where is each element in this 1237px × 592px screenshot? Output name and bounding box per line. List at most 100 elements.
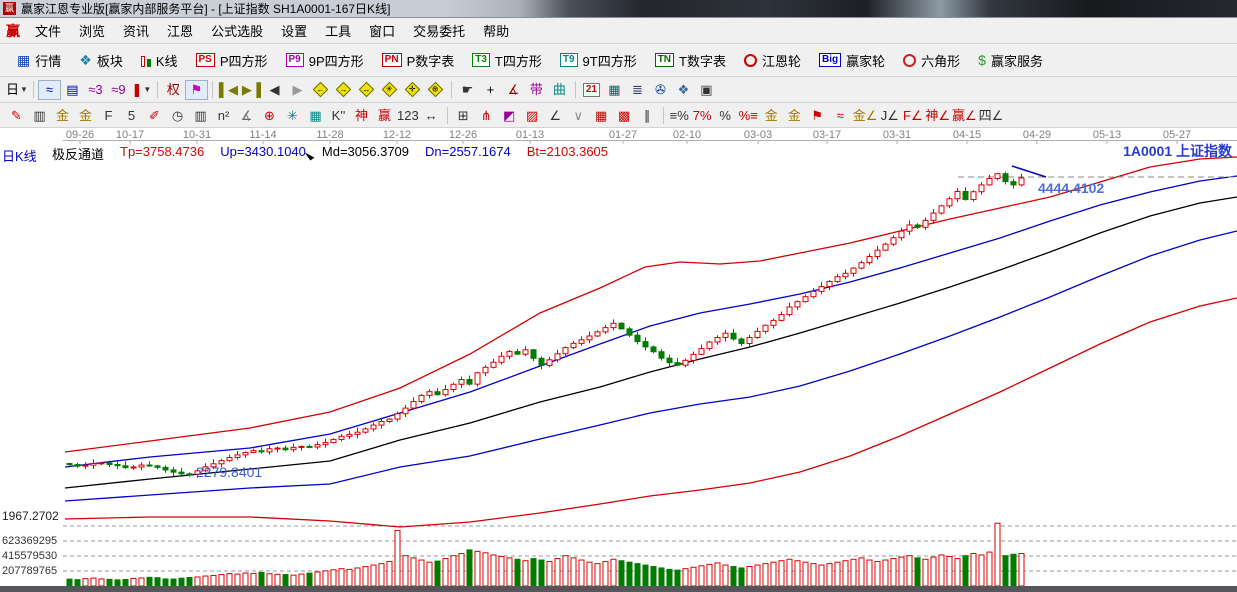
f-angle-tool[interactable]: F∠ <box>901 105 924 125</box>
menu-设置[interactable]: 设置 <box>272 21 316 40</box>
menu-交易委托[interactable]: 交易委托 <box>404 21 474 40</box>
menu-公式选股[interactable]: 公式选股 <box>202 21 272 40</box>
scribble-tool[interactable]: ≈ <box>37 79 61 100</box>
wave-9-tool[interactable]: ≈9 <box>107 80 130 100</box>
compress-diamond-button[interactable]: ✳ <box>378 80 401 100</box>
golden-ratio-tool[interactable]: 金 <box>74 105 97 125</box>
period-day-selector[interactable]: 日 ▼ <box>5 80 29 100</box>
nav-next-button[interactable]: ▶ <box>286 80 309 100</box>
cycle-tool[interactable]: 曲 <box>548 80 571 100</box>
rocket-draw-tool[interactable]: ✐ <box>143 105 166 125</box>
percent-tool[interactable]: % <box>714 105 737 125</box>
indicator-flag-tool[interactable]: ⚑ <box>184 79 208 100</box>
menu-文件[interactable]: 文件 <box>26 21 70 40</box>
angle-measure-tool[interactable]: ∡ <box>502 80 525 100</box>
shift-left-diamond-button[interactable]: ← <box>309 80 332 100</box>
angle-tool[interactable]: ∡ <box>235 105 258 125</box>
save-tool[interactable]: ✇ <box>649 80 672 100</box>
star-cycle-tool[interactable]: ✳ <box>281 105 304 125</box>
candle-style-selector[interactable]: ❚ ▼ <box>130 80 153 100</box>
expand-diamond-button[interactable]: ↔ <box>355 80 378 100</box>
t-table-button[interactable]: TN T数字表 <box>646 51 735 70</box>
five-lines-tool[interactable]: 5 <box>120 105 143 125</box>
pen-draw-tool[interactable]: ✎ <box>5 105 28 125</box>
nav-first-button[interactable]: ▌◀ <box>217 80 240 100</box>
f-lines-tool[interactable]: F <box>97 105 120 125</box>
shen-angle-tool[interactable]: 神∠ <box>924 105 951 125</box>
dense-lines-tool[interactable]: ▥ <box>189 105 212 125</box>
fan-lines-tool[interactable]: ⋔ <box>475 105 498 125</box>
reset-diamond-button[interactable]: ⊕ <box>424 80 447 100</box>
window-titlebar[interactable]: 赢 赢家江恩专业版[赢家内部服务平台] - [上证指数 SH1A0001-167… <box>0 0 1237 18</box>
calendar-tool[interactable]: 21 <box>580 80 603 100</box>
wave-line-tool[interactable]: ≈ <box>829 105 852 125</box>
p-square-button[interactable]: PS P四方形 <box>187 51 277 70</box>
menu-浏览[interactable]: 浏览 <box>70 21 114 40</box>
shen-tool[interactable]: 神 <box>350 105 373 125</box>
k-marks-tool[interactable]: K'' <box>327 105 350 125</box>
f-angle-tool-icon: F∠ <box>903 107 923 123</box>
crosshair-tool[interactable]: + <box>479 80 502 100</box>
network-tool[interactable]: ❖ <box>672 80 695 100</box>
chart-area[interactable]: 09-26 10-17 10-31 11-14 11-28 12-12 12-26 01-13… <box>0 128 1237 586</box>
info-panel-tool[interactable]: ▤ <box>61 80 84 100</box>
nav-last-button[interactable]: ▶▐ <box>240 80 263 100</box>
fuquan-tool[interactable]: 权 <box>162 80 185 100</box>
gold-angle-tool[interactable]: 金∠ <box>852 105 879 125</box>
angle-lines-tool[interactable]: ∠ <box>544 105 567 125</box>
menu-帮助[interactable]: 帮助 <box>474 21 518 40</box>
menu-资讯[interactable]: 资讯 <box>114 21 158 40</box>
gold-line-tool[interactable]: 金 <box>783 105 806 125</box>
calculator-tool[interactable]: ▦ <box>603 80 626 100</box>
wave-3-tool[interactable]: ≈3 <box>84 80 107 100</box>
kline-chart-canvas[interactable]: 09-26 10-17 10-31 11-14 11-28 12-12 12-26 01-13… <box>0 128 1237 586</box>
ying-tool[interactable]: 赢 <box>373 105 396 125</box>
shift-right-diamond-button[interactable]: → <box>332 80 355 100</box>
9p-square-button[interactable]: P9 9P四方形 <box>277 51 373 70</box>
menu-江恩[interactable]: 江恩 <box>158 21 202 40</box>
9t-square-button[interactable]: T9 9T四方形 <box>551 51 646 70</box>
fan-square-tool[interactable]: ◩ <box>498 105 521 125</box>
menu-窗口[interactable]: 窗口 <box>360 21 404 40</box>
hexagon-button[interactable]: 六角形 <box>894 51 969 70</box>
si-angle-tool[interactable]: 四∠ <box>978 105 1005 125</box>
p-table-button[interactable]: PN P数字表 <box>373 51 464 70</box>
print-tool[interactable]: ▣ <box>695 80 718 100</box>
legend-item: Bt=2103.3605 <box>526 144 609 159</box>
notes-tool[interactable]: ≣ <box>626 80 649 100</box>
gann-wheel-button[interactable]: 江恩轮 <box>735 51 810 70</box>
kline-button[interactable]: K线 <box>132 51 187 70</box>
winner-wheel-button[interactable]: Big 赢家轮 <box>810 51 894 70</box>
percent-ruler-tool[interactable]: ≡% <box>668 105 691 125</box>
nav-prev-button[interactable]: ◀ <box>263 80 286 100</box>
ruler-123-tool[interactable]: 123 <box>396 105 420 125</box>
parallel-lines-tool[interactable]: ∥ <box>636 105 659 125</box>
full-view-diamond-button[interactable]: ✛ <box>401 80 424 100</box>
golden-section-tool[interactable]: 金 <box>51 105 74 125</box>
box-grid-tool[interactable]: ⊞ <box>452 105 475 125</box>
crosshair-circle-tool[interactable]: ⊕ <box>258 105 281 125</box>
time-cycle-tool[interactable]: ◷ <box>166 105 189 125</box>
red-grid-tool[interactable]: ▦ <box>590 105 613 125</box>
vertical-lines-tool[interactable]: ▥ <box>28 105 51 125</box>
quotes-button[interactable]: ▦ 行情 <box>8 51 70 70</box>
j-angle-tool[interactable]: J∠ <box>878 105 901 125</box>
ying-angle-tool[interactable]: 赢∠ <box>951 105 978 125</box>
band-tool[interactable]: 带 <box>525 80 548 100</box>
t-square-button[interactable]: T3 T四方形 <box>463 51 551 70</box>
pan-hand-tool[interactable]: ☛ <box>456 80 479 100</box>
flag-wave-tool[interactable]: ⚑ <box>806 105 829 125</box>
square-fan-tool[interactable]: ▨ <box>521 105 544 125</box>
grid-cycle-tool[interactable]: ▦ <box>304 105 327 125</box>
menu-工具[interactable]: 工具 <box>316 21 360 40</box>
winner-service-button[interactable]: $ 赢家服务 <box>969 51 1052 70</box>
span-arrows-tool[interactable]: ↔ <box>420 105 443 125</box>
volume-bar <box>146 576 153 586</box>
corner-grid-tool[interactable]: ▩ <box>613 105 636 125</box>
percent-line-tool[interactable]: %≡ <box>737 105 760 125</box>
n2-lines-tool[interactable]: n² <box>212 105 235 125</box>
percent-strike-tool[interactable]: 7% <box>691 105 714 125</box>
sectors-button[interactable]: ❖ 板块 <box>70 51 132 70</box>
v-lines-tool[interactable]: ∨ <box>567 105 590 125</box>
gold-circle-tool[interactable]: 金 <box>760 105 783 125</box>
